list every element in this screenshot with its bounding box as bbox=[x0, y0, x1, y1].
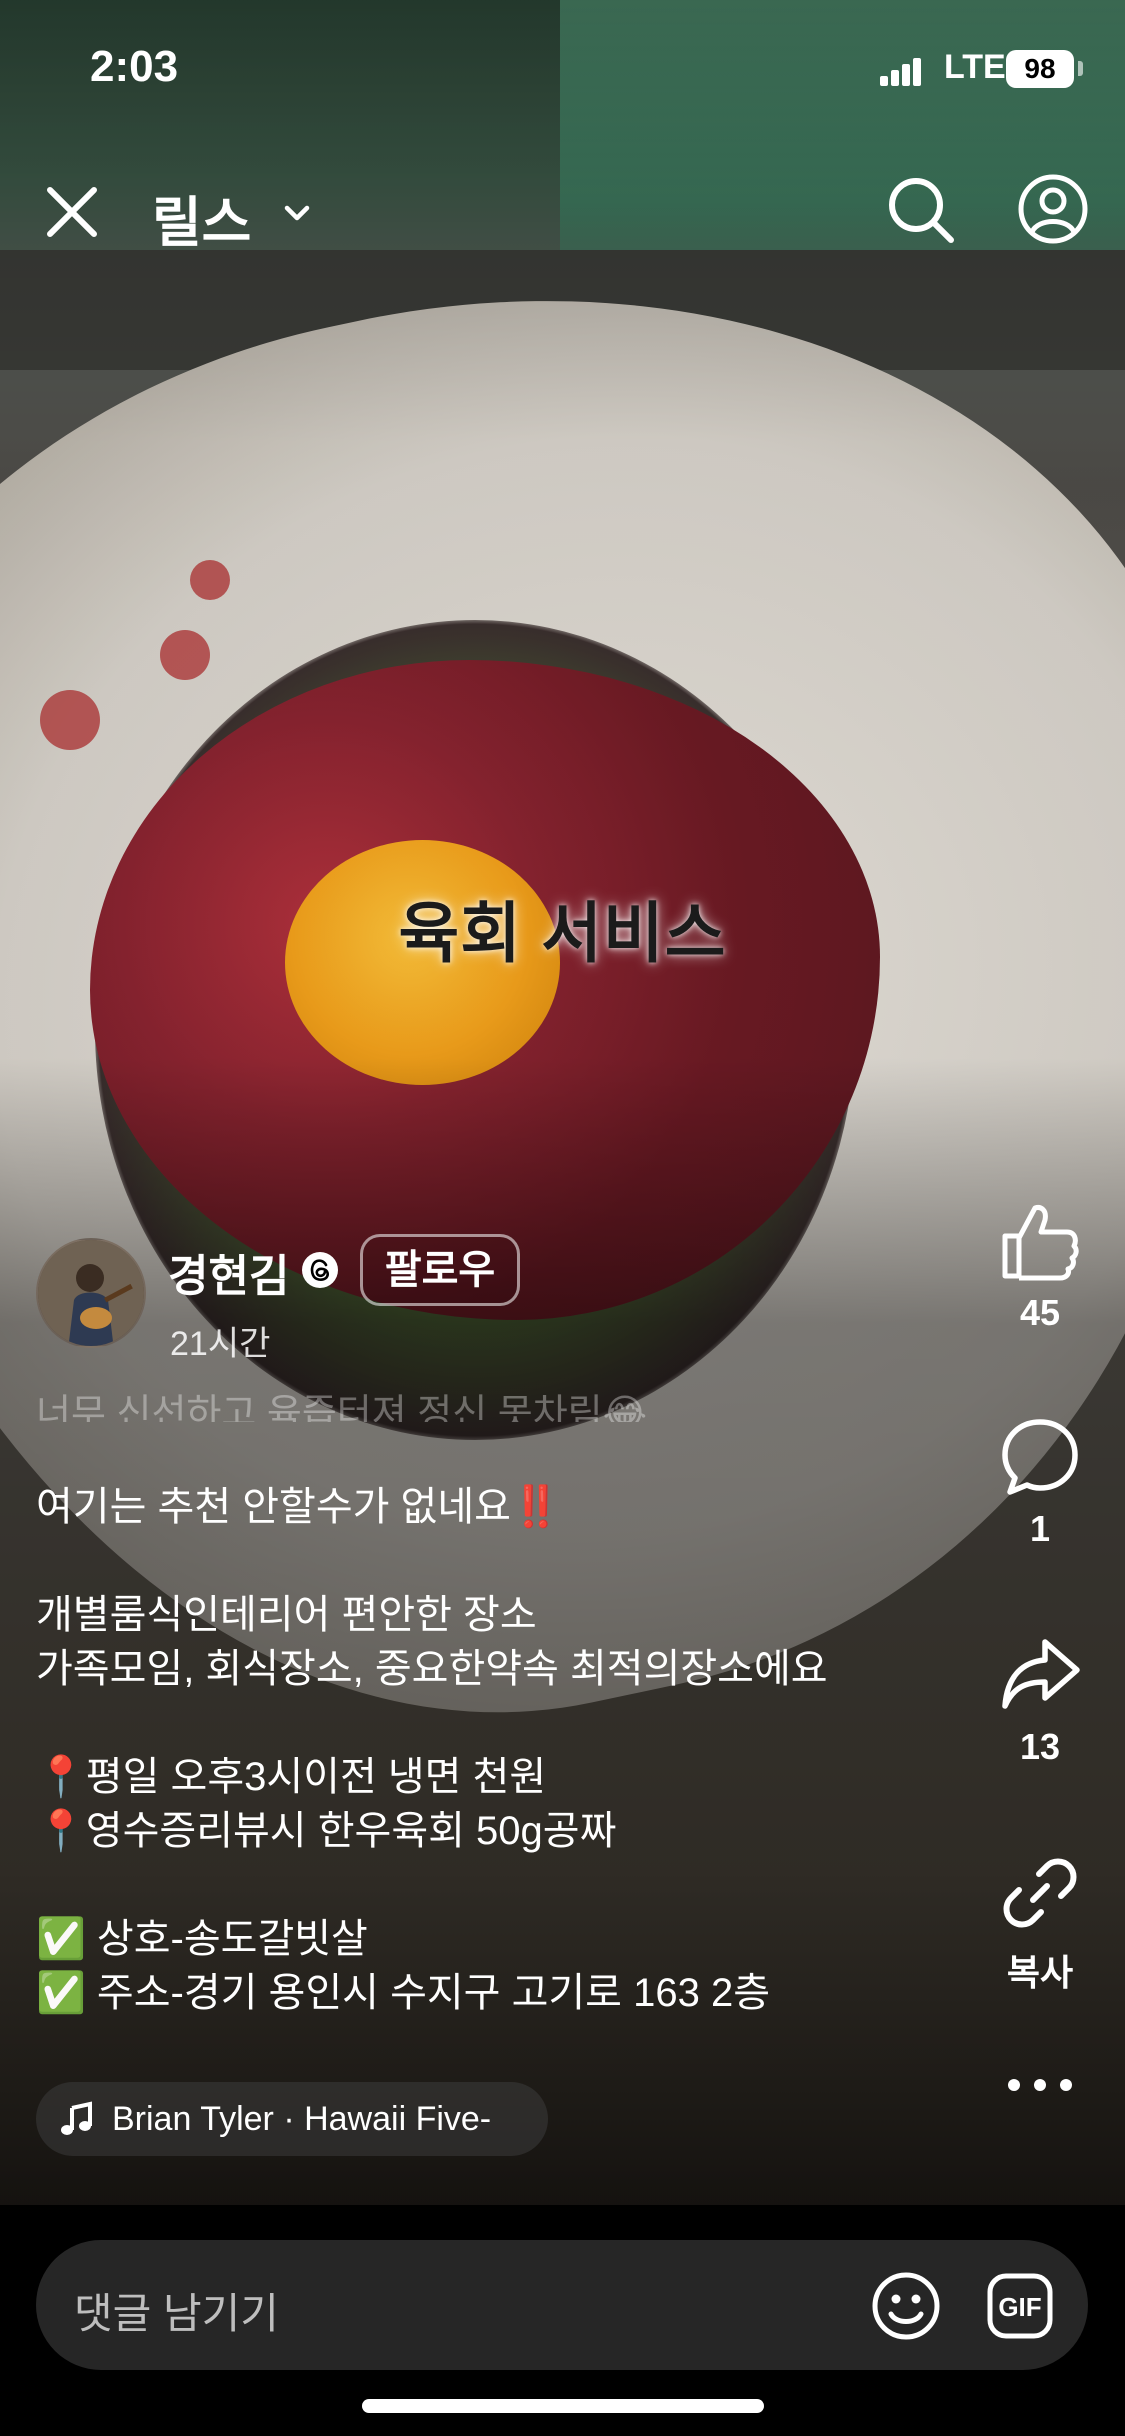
music-note-icon bbox=[61, 2101, 92, 2135]
caption-line bbox=[36, 1696, 936, 1750]
caption[interactable]: 여기는 추천 안할수가 없네요‼️ 개별룸식인테리어 편안한 장소 가족모임, … bbox=[36, 1480, 936, 2020]
copy-link-button[interactable]: 복사 bbox=[980, 1850, 1100, 1996]
copy-label: 복사 bbox=[1006, 1952, 1074, 1993]
svg-text:GIF: GIF bbox=[998, 2292, 1041, 2322]
threads-badge-icon[interactable] bbox=[300, 1250, 340, 1290]
avatar-image bbox=[38, 1240, 144, 1346]
status-bar: 2:03 LTE 98 bbox=[0, 0, 1125, 140]
home-indicator[interactable] bbox=[362, 2399, 764, 2413]
music-attribution[interactable]: Brian Tyler · Hawaii Five- bbox=[36, 2082, 548, 2156]
network-type: LTE bbox=[944, 48, 1006, 86]
caption-line bbox=[36, 1534, 936, 1588]
caption-line bbox=[36, 1858, 936, 1912]
comment-placeholder: 댓글 남기기 bbox=[74, 2290, 279, 2337]
emoji-icon[interactable] bbox=[870, 2270, 942, 2342]
share-count: 13 bbox=[1019, 1726, 1061, 1767]
caption-line: ✅ 상호-송도갈빗살 bbox=[36, 1917, 368, 1961]
share-button[interactable]: 13 bbox=[980, 1632, 1100, 1768]
comment-count: 1 bbox=[1029, 1508, 1051, 1549]
comment-input[interactable]: 댓글 남기기 GIF bbox=[36, 2240, 1088, 2370]
caption-line: ✅ 주소-경기 용인시 수지구 고기로 163 2층 bbox=[36, 1971, 770, 2015]
more-options-button[interactable] bbox=[980, 2070, 1100, 2100]
battery-tip bbox=[1078, 61, 1083, 76]
caption-line: 개별룸식인테리어 편안한 장소 bbox=[36, 1593, 537, 1637]
caption-line: 가족모임, 회식장소, 중요한약속 최적의장소에요 bbox=[36, 1647, 828, 1691]
chevron-down-icon[interactable] bbox=[280, 196, 314, 230]
cellular-signal-icon bbox=[880, 56, 922, 86]
author-name[interactable]: 경현김 bbox=[168, 1240, 289, 1304]
follow-button[interactable]: 팔로우 bbox=[360, 1234, 520, 1306]
post-time: 21시간 bbox=[170, 1325, 271, 1363]
link-icon bbox=[1003, 1858, 1077, 1928]
close-icon[interactable] bbox=[40, 180, 104, 244]
profile-icon[interactable] bbox=[1016, 172, 1090, 246]
top-nav: 릴스 bbox=[0, 150, 1125, 270]
comment-icon bbox=[1002, 1419, 1078, 1495]
caption-line: 📍평일 오후3시이전 냉면 천원 bbox=[36, 1755, 547, 1799]
page-title[interactable]: 릴스 bbox=[152, 178, 251, 257]
caption-line: 여기는 추천 안할수가 없네요‼️ bbox=[36, 1485, 561, 1529]
caption-faded-line: 너무 신선하고 육즙터져 정신 못차림😂 bbox=[36, 1393, 648, 1422]
music-text: Brian Tyler · Hawaii Five- bbox=[112, 2100, 492, 2138]
share-icon bbox=[1002, 1639, 1080, 1709]
video-overlay-text: 육회 서비스 bbox=[398, 896, 727, 970]
comment-button[interactable]: 1 bbox=[980, 1414, 1100, 1550]
avatar[interactable] bbox=[36, 1238, 146, 1348]
search-icon[interactable] bbox=[883, 172, 957, 246]
status-time: 2:03 bbox=[90, 42, 179, 91]
more-icon bbox=[1008, 2079, 1072, 2091]
gif-icon[interactable]: GIF bbox=[984, 2270, 1056, 2342]
battery-icon: 98 bbox=[1006, 50, 1074, 88]
like-count: 45 bbox=[1019, 1292, 1061, 1333]
thumbs-up-icon bbox=[1002, 1205, 1079, 1281]
like-button[interactable]: 45 bbox=[980, 1198, 1100, 1334]
caption-line: 📍영수증리뷰시 한우육회 50g공짜 bbox=[36, 1809, 617, 1853]
